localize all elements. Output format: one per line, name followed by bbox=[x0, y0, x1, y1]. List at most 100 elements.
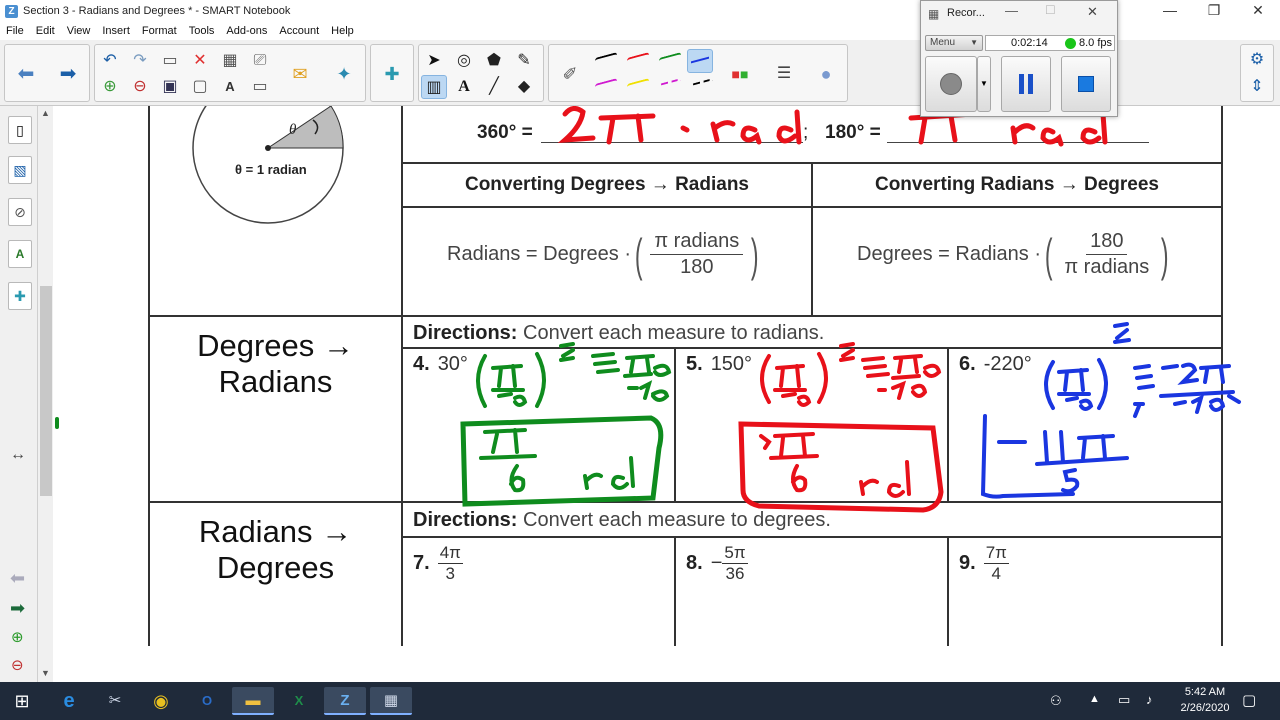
close-button[interactable]: ✕ bbox=[1236, 0, 1280, 22]
save-icon[interactable]: ▣ bbox=[157, 75, 183, 99]
outlook-icon[interactable]: O bbox=[186, 687, 228, 715]
toolbar-settings-group: ⚙ ⇕ bbox=[1240, 44, 1274, 102]
text-icon[interactable]: A bbox=[451, 75, 477, 99]
menu-file[interactable]: File bbox=[0, 25, 30, 37]
smart-notebook-taskbar-icon[interactable]: Z bbox=[324, 687, 366, 715]
menu-tools[interactable]: Tools bbox=[183, 25, 221, 37]
record-button[interactable] bbox=[925, 56, 977, 112]
record-options-button[interactable]: ▼ bbox=[977, 56, 991, 112]
menu-insert[interactable]: Insert bbox=[96, 25, 136, 37]
battery-icon[interactable]: ▭ bbox=[1118, 692, 1130, 708]
pen-green[interactable] bbox=[659, 52, 681, 64]
ink-annotations bbox=[460, 106, 1241, 513]
properties-icon[interactable]: A bbox=[8, 240, 32, 268]
clock-time[interactable]: 5:42 AM bbox=[1170, 686, 1240, 698]
scroll-up-icon[interactable]: ▲ bbox=[41, 108, 50, 118]
ink-blue-problem-6 bbox=[980, 322, 1241, 499]
windows-start-icon[interactable]: ⊞ bbox=[0, 687, 44, 715]
display-icon[interactable]: ▢ bbox=[187, 75, 213, 99]
add-page-icon[interactable]: ⊕ bbox=[97, 75, 123, 99]
pen-icon[interactable]: ✐ bbox=[557, 62, 583, 86]
scroll-down-icon[interactable]: ▼ bbox=[41, 668, 50, 678]
undo-icon[interactable]: ↶ bbox=[97, 49, 123, 73]
menu-addons[interactable]: Add-ons bbox=[220, 25, 273, 37]
gear-icon[interactable]: ⚙ bbox=[1244, 48, 1270, 72]
screen-capture-icon[interactable]: ⎚ bbox=[247, 49, 273, 73]
color-palette-icon[interactable]: ■■ bbox=[727, 62, 753, 86]
delete-page-icon[interactable]: ⊖ bbox=[127, 75, 153, 99]
snipping-tool-icon[interactable]: ✂ bbox=[94, 687, 136, 715]
sidebar-add-page-icon[interactable]: ⊕ bbox=[11, 628, 24, 646]
attachments-icon[interactable]: ⊘ bbox=[8, 198, 32, 226]
select-arrow-icon[interactable]: ➤ bbox=[421, 49, 447, 73]
recorder-maximize-button[interactable]: ☐ bbox=[1045, 3, 1056, 17]
handwriting-icon[interactable]: A bbox=[217, 75, 243, 99]
recorder-taskbar-icon[interactable]: ▦ bbox=[370, 687, 412, 715]
pen-red[interactable] bbox=[627, 52, 649, 64]
table-tool-icon[interactable]: ▥ bbox=[421, 75, 447, 99]
menu-account[interactable]: Account bbox=[273, 25, 325, 37]
lab-addon-icon[interactable]: ✦ bbox=[331, 62, 357, 86]
line-icon[interactable]: ╱ bbox=[481, 75, 507, 99]
window-title: Section 3 - Radians and Degrees * - SMAR… bbox=[23, 5, 291, 17]
next-page-icon[interactable]: ➡ bbox=[55, 62, 81, 86]
table-icon[interactable]: ▦ bbox=[217, 49, 243, 73]
sidebar-forward-icon[interactable]: ➡ bbox=[10, 598, 25, 619]
pen-magenta-2[interactable] bbox=[659, 78, 681, 90]
screen-shade-icon[interactable]: ▭ bbox=[247, 75, 273, 99]
recorder-fps: 8.0 fps bbox=[1079, 37, 1113, 49]
addon-puzzle-icon[interactable]: ✚ bbox=[379, 62, 405, 86]
chevron-down-icon: ▼ bbox=[980, 79, 988, 88]
clock-date[interactable]: 2/26/2020 bbox=[1170, 702, 1240, 714]
people-icon[interactable]: ⚇ bbox=[1050, 693, 1062, 709]
pen-black[interactable] bbox=[595, 52, 617, 64]
line-style-icon[interactable]: ☰ bbox=[771, 62, 797, 86]
shape-icon[interactable]: ◎ bbox=[451, 49, 477, 73]
volume-icon[interactable]: ♪ bbox=[1146, 692, 1153, 707]
magic-pen-icon[interactable]: ✎ bbox=[511, 49, 537, 73]
addons-tab-icon[interactable]: ✚ bbox=[8, 282, 32, 310]
maximize-button[interactable]: ❐ bbox=[1192, 0, 1236, 22]
resize-handle-icon[interactable]: ↔ bbox=[10, 446, 26, 464]
redo-icon[interactable]: ↷ bbox=[127, 49, 153, 73]
sidebar-back-icon[interactable]: ⬅ bbox=[10, 568, 25, 589]
pen-blue[interactable] bbox=[687, 49, 713, 73]
previous-page-icon[interactable]: ⬅ bbox=[13, 62, 39, 86]
response-icon[interactable]: ✉ bbox=[287, 62, 313, 86]
minimize-button[interactable]: — bbox=[1148, 0, 1192, 22]
stop-button[interactable] bbox=[1061, 56, 1111, 112]
sidebar-delete-page-icon[interactable]: ⊖ bbox=[11, 656, 24, 674]
notifications-icon[interactable]: ▢ bbox=[1242, 691, 1256, 709]
transparency-icon[interactable]: ● bbox=[813, 62, 839, 86]
recorder-minimize-button[interactable]: — bbox=[1005, 3, 1018, 18]
recorder-app-icon: ▦ bbox=[928, 7, 940, 21]
edit-group: ↶ ↷ ▭ ✕ ▦ ⎚ ⊕ ⊖ ▣ ▢ A ▭ ✉ ✦ bbox=[94, 44, 366, 102]
pen-magenta[interactable] bbox=[595, 78, 617, 90]
menu-help[interactable]: Help bbox=[325, 25, 360, 37]
chrome-icon[interactable]: ◉ bbox=[140, 687, 182, 715]
excel-icon[interactable]: X bbox=[278, 687, 320, 715]
gallery-icon[interactable]: ▧ bbox=[8, 156, 32, 184]
taskbar: ⊞ e ✂ ◉ O ▬ X Z ▦ ⚇ ▲ ▭ ♪ 5:42 AM 2/26/2… bbox=[0, 682, 1280, 720]
scrollbar-thumb[interactable] bbox=[40, 286, 52, 496]
pen-black-dashed[interactable] bbox=[691, 78, 713, 90]
page-sorter-icon[interactable]: ▯ bbox=[8, 116, 32, 144]
pause-button[interactable] bbox=[1001, 56, 1051, 112]
recorder-close-button[interactable]: ✕ bbox=[1087, 4, 1098, 20]
pen-yellow[interactable] bbox=[627, 78, 649, 90]
menu-format[interactable]: Format bbox=[136, 25, 183, 37]
app-window: Z Section 3 - Radians and Degrees * - SM… bbox=[0, 0, 1280, 720]
notebook-page[interactable]: θ θ = 1 radian 360° = ; 180° = Convertin… bbox=[53, 106, 1280, 682]
recording-status-icon bbox=[1065, 38, 1076, 49]
menu-edit[interactable]: Edit bbox=[30, 25, 61, 37]
move-toolbar-icon[interactable]: ⇕ bbox=[1244, 75, 1270, 99]
recorder-menu-button[interactable]: Menu ▼ bbox=[925, 35, 983, 51]
menu-view[interactable]: View bbox=[61, 25, 97, 37]
tray-chevron-up-icon[interactable]: ▲ bbox=[1089, 693, 1100, 705]
fill-icon[interactable]: ⬟ bbox=[481, 49, 507, 73]
internet-explorer-icon[interactable]: e bbox=[48, 687, 90, 715]
file-explorer-icon[interactable]: ▬ bbox=[232, 687, 274, 715]
paste-icon[interactable]: ▭ bbox=[157, 49, 183, 73]
eraser-icon[interactable]: ◆ bbox=[511, 75, 537, 99]
delete-icon[interactable]: ✕ bbox=[187, 49, 213, 73]
